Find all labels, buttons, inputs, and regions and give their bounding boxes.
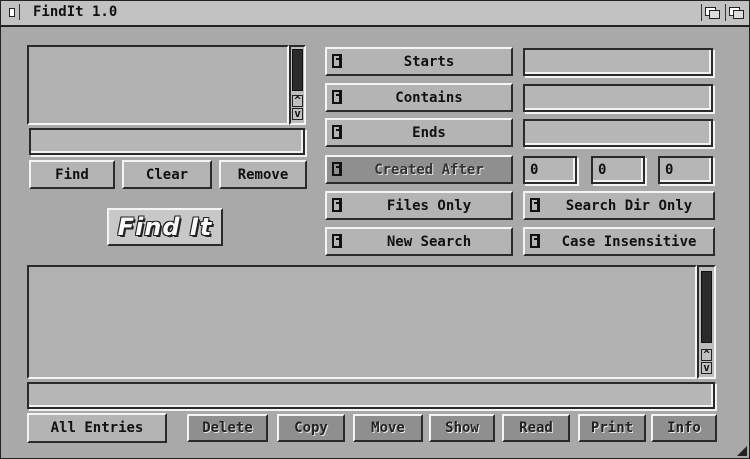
delete-label: Delete bbox=[202, 420, 253, 436]
cycle-icon bbox=[332, 54, 342, 68]
remove-button-label: Remove bbox=[237, 166, 289, 183]
contains-label: Contains bbox=[395, 89, 463, 106]
find-it-button-label: Find It bbox=[117, 213, 213, 241]
scroll-down-arrow-icon[interactable]: v bbox=[292, 108, 303, 120]
read-button[interactable]: Read bbox=[502, 414, 570, 442]
all-entries-button[interactable]: All Entries bbox=[27, 413, 167, 443]
pattern-list[interactable] bbox=[27, 45, 289, 125]
close-gadget-icon[interactable] bbox=[5, 4, 20, 20]
scroll-up-arrow-icon[interactable]: ^ bbox=[292, 95, 303, 107]
contains-field[interactable] bbox=[523, 84, 713, 112]
starts-label: Starts bbox=[403, 53, 455, 70]
results-scroll-down-arrow-icon[interactable]: v bbox=[701, 362, 712, 374]
files-only-label: Files Only bbox=[386, 197, 472, 214]
new-search-label: New Search bbox=[386, 233, 472, 250]
ends-label: Ends bbox=[412, 124, 446, 141]
created-after-toggle[interactable]: Created After bbox=[325, 155, 513, 184]
copy-label: Copy bbox=[294, 420, 328, 436]
created-day-field[interactable]: 0 bbox=[523, 156, 577, 184]
pattern-list-scroll-knob[interactable] bbox=[292, 49, 303, 91]
ends-toggle[interactable]: Ends bbox=[325, 118, 513, 147]
title-bar[interactable]: FindIt 1.0 bbox=[1, 1, 749, 27]
show-button[interactable]: Show bbox=[429, 414, 495, 442]
all-entries-label: All Entries bbox=[50, 420, 144, 436]
resize-gadget-icon[interactable] bbox=[735, 444, 749, 458]
results-scroll-up-arrow-icon[interactable]: ^ bbox=[701, 349, 712, 361]
search-dir-only-toggle[interactable]: Search Dir Only bbox=[523, 191, 715, 220]
find-button[interactable]: Find bbox=[29, 160, 115, 189]
findit-window: FindIt 1.0 ^ v Find Clear Remove Find It… bbox=[0, 0, 750, 459]
find-it-button[interactable]: Find It bbox=[107, 208, 223, 246]
results-list-scrollbar[interactable]: ^ v bbox=[697, 265, 716, 379]
cycle-icon bbox=[332, 162, 342, 176]
case-insensitive-label: Case Insensitive bbox=[561, 233, 697, 250]
window-title: FindIt 1.0 bbox=[33, 4, 118, 20]
new-search-toggle[interactable]: New Search bbox=[325, 227, 513, 256]
cycle-icon bbox=[332, 90, 342, 104]
clear-button-label: Clear bbox=[145, 166, 189, 183]
clear-button[interactable]: Clear bbox=[122, 160, 212, 189]
search-dir-only-label: Search Dir Only bbox=[565, 197, 693, 214]
created-after-label: Created After bbox=[374, 161, 484, 178]
cycle-icon bbox=[332, 198, 342, 212]
info-label: Info bbox=[667, 420, 701, 436]
delete-button[interactable]: Delete bbox=[187, 414, 268, 442]
files-only-toggle[interactable]: Files Only bbox=[325, 191, 513, 220]
cycle-icon bbox=[530, 198, 540, 212]
created-year-field[interactable]: 0 bbox=[658, 156, 713, 184]
remove-button[interactable]: Remove bbox=[219, 160, 307, 189]
contains-toggle[interactable]: Contains bbox=[325, 83, 513, 112]
move-label: Move bbox=[371, 420, 405, 436]
find-button-label: Find bbox=[55, 166, 89, 183]
pattern-input[interactable] bbox=[29, 128, 305, 155]
results-scroll-knob[interactable] bbox=[701, 271, 712, 343]
result-path-field[interactable] bbox=[27, 382, 715, 409]
created-month-field[interactable]: 0 bbox=[591, 156, 645, 184]
zoom-gadget-icon[interactable] bbox=[701, 4, 722, 21]
ends-field[interactable] bbox=[523, 119, 713, 147]
cycle-icon bbox=[332, 234, 342, 248]
print-label: Print bbox=[590, 420, 634, 436]
case-insensitive-toggle[interactable]: Case Insensitive bbox=[523, 227, 715, 256]
starts-field[interactable] bbox=[523, 48, 713, 76]
move-button[interactable]: Move bbox=[353, 414, 423, 442]
cycle-icon bbox=[332, 125, 342, 139]
cycle-icon bbox=[530, 234, 540, 248]
starts-toggle[interactable]: Starts bbox=[325, 47, 513, 76]
pattern-list-scrollbar[interactable]: ^ v bbox=[289, 45, 306, 125]
show-label: Show bbox=[445, 420, 479, 436]
depth-gadget-icon[interactable] bbox=[725, 4, 746, 21]
copy-button[interactable]: Copy bbox=[277, 414, 345, 442]
results-list[interactable] bbox=[27, 265, 697, 379]
print-button[interactable]: Print bbox=[578, 414, 646, 442]
info-button[interactable]: Info bbox=[651, 414, 717, 442]
read-label: Read bbox=[519, 420, 553, 436]
